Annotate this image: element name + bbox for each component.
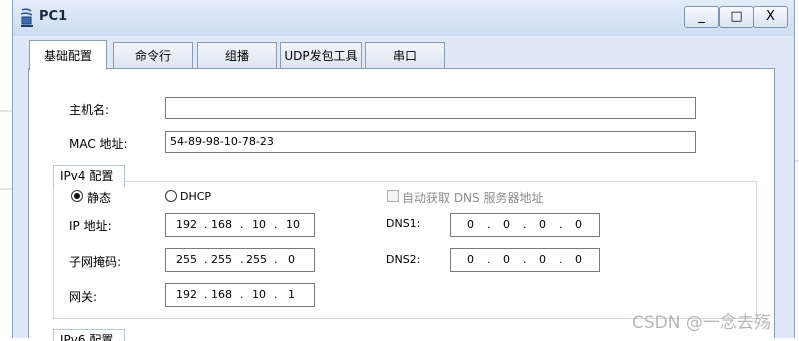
ip-dot: . [487, 253, 491, 266]
ip-octet: 0 [503, 253, 510, 266]
ip-octet: 0 [539, 218, 546, 231]
static-label: 静态 [87, 191, 112, 205]
ipv6-group-label: IPv6 配置 [53, 329, 125, 341]
ip-dot: . [487, 218, 491, 231]
mac-address-field[interactable]: 54-89-98-10-78-23 [165, 131, 696, 153]
watermark-text: CSDN @一念去殇 [632, 313, 771, 333]
ip-dot: . [240, 253, 244, 266]
maximize-button[interactable]: □ [719, 6, 754, 28]
ip-dot: . [204, 218, 208, 231]
tab-multicast[interactable]: 组播 [197, 42, 277, 68]
ip-octet: 0 [575, 253, 582, 266]
dns2-input[interactable]: 0 . 0 . 0 . 0 [450, 248, 600, 272]
ip-octet: 168 [211, 218, 232, 231]
ip-dot: . [274, 218, 278, 231]
mac-label: MAC 地址: [69, 137, 128, 151]
ip-octet: 10 [252, 288, 266, 301]
tab-basic-config[interactable]: 基础配置 [29, 40, 107, 70]
ip-octet: 0 [575, 218, 582, 231]
window-title: PC1 [39, 9, 68, 24]
dns1-label: DNS1: [386, 217, 421, 230]
subnet-mask-label: 子网掩码: [69, 255, 122, 269]
ip-octet: 10 [252, 218, 266, 231]
gateway-label: 网关: [69, 290, 98, 304]
ip-dot: . [559, 253, 563, 266]
ip-dot: . [523, 253, 527, 266]
ip-octet: 0 [467, 253, 474, 266]
ip-octet: 192 [176, 288, 197, 301]
dhcp-radio[interactable] [165, 190, 177, 202]
dns1-input[interactable]: 0 . 0 . 0 . 0 [450, 213, 600, 237]
radio-selected-dot [74, 193, 80, 199]
static-radio[interactable] [71, 190, 83, 202]
tab-udp-tool[interactable]: UDP发包工具 [280, 42, 362, 68]
gateway-input[interactable]: 192 . 168 . 10 . 1 [165, 283, 315, 307]
minimize-button[interactable]: _ [684, 6, 719, 28]
title-bar[interactable]: PC1 _ □ X [13, 0, 794, 36]
ip-dot: . [274, 253, 278, 266]
dhcp-label: DHCP [180, 190, 212, 203]
ip-octet: 0 [467, 218, 474, 231]
ip-octet: 192 [176, 218, 197, 231]
ip-address-label: IP 地址: [69, 219, 112, 233]
ip-address-input[interactable]: 192 . 168 . 10 . 10 [165, 213, 315, 237]
close-button[interactable]: X [753, 6, 788, 28]
tab-command-line[interactable]: 命令行 [113, 42, 193, 68]
basic-config-panel: 主机名: MAC 地址: 54-89-98-10-78-23 IPv4 配置 静… [28, 68, 775, 341]
ip-octet: 1 [288, 288, 295, 301]
pc-app-icon [20, 8, 33, 27]
auto-dns-checkbox[interactable] [387, 190, 399, 202]
ip-dot: . [204, 288, 208, 301]
ip-octet: 0 [288, 253, 295, 266]
ipv4-group-label: IPv4 配置 [53, 165, 125, 187]
ip-octet: 168 [211, 288, 232, 301]
auto-dns-label: 自动获取 DNS 服务器地址 [402, 191, 544, 205]
ip-dot: . [559, 218, 563, 231]
ip-dot: . [240, 288, 244, 301]
ip-dot: . [523, 218, 527, 231]
dns2-label: DNS2: [386, 253, 421, 266]
ip-octet: 10 [286, 218, 300, 231]
tab-serial[interactable]: 串口 [365, 42, 445, 68]
ip-dot: . [274, 288, 278, 301]
tab-bar: 基础配置 命令行 组播 UDP发包工具 串口 [13, 40, 794, 70]
ip-dot: . [240, 218, 244, 231]
ip-octet: 0 [503, 218, 510, 231]
hostname-input[interactable] [165, 97, 696, 119]
ip-dot: . [204, 253, 208, 266]
hostname-label: 主机名: [69, 103, 110, 117]
subnet-mask-input[interactable]: 255 . 255 . 255 . 0 [165, 248, 315, 272]
ip-octet: 255 [246, 253, 267, 266]
ip-octet: 255 [211, 253, 232, 266]
ip-octet: 0 [539, 253, 546, 266]
ip-octet: 255 [176, 253, 197, 266]
